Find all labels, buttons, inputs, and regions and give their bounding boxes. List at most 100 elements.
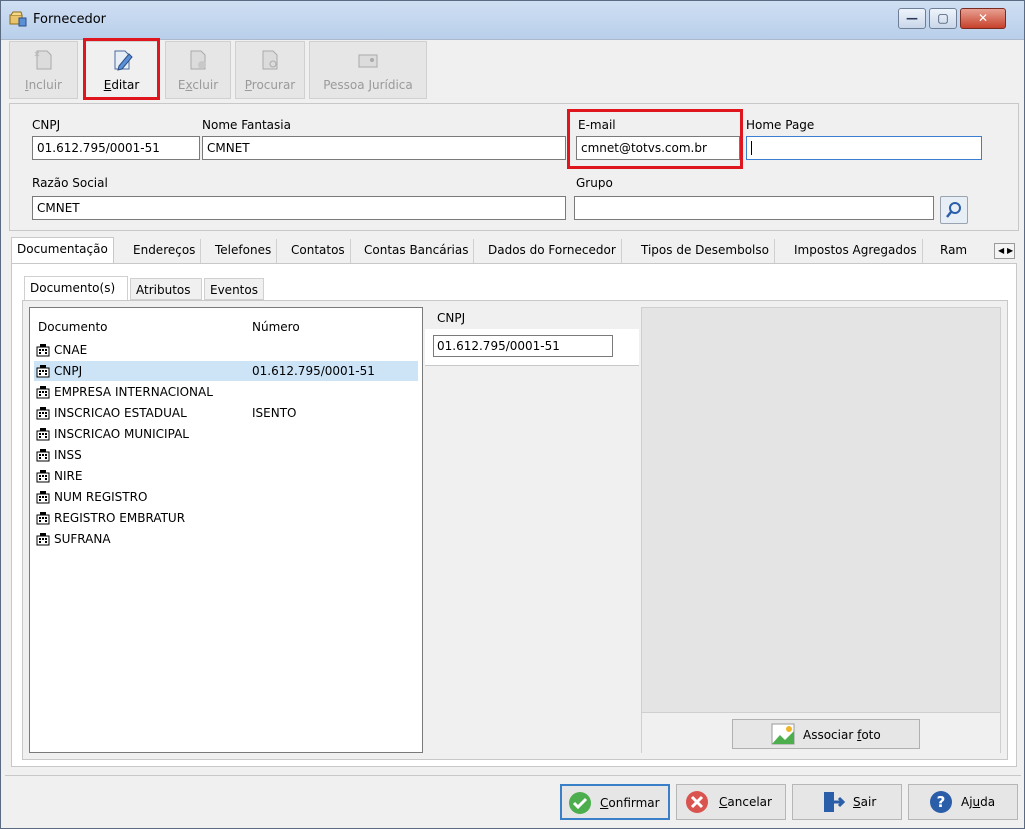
text-caret (751, 141, 752, 155)
grupo-field[interactable] (574, 196, 934, 220)
tab-enderecos[interactable]: Endereços (128, 239, 202, 263)
search-document-icon (262, 50, 278, 70)
documentos-panel: Documento Número CNAE CNPJ 01.612.795/0001… (22, 300, 1008, 760)
building-icon (36, 386, 50, 399)
minimize-button[interactable]: — (898, 8, 926, 29)
footer-bar: Confirmar Cancelar Sair ? Ajuda (5, 775, 1021, 826)
building-icon (36, 449, 50, 462)
fornecedor-window: Fornecedor — ▢ ✕ Incluir Editar Excluir … (0, 0, 1025, 829)
document-number: 01.612.795/0001-51 (252, 364, 375, 378)
tab-contatos[interactable]: Contatos (286, 239, 351, 263)
maximize-button[interactable]: ▢ (929, 8, 957, 29)
confirmar-button[interactable]: Confirmar (560, 784, 670, 820)
sair-button[interactable]: Sair (792, 784, 902, 820)
home-page-field[interactable] (746, 136, 982, 160)
building-icon (36, 491, 50, 504)
document-name: SUFRANA (54, 532, 111, 546)
razao-social-field[interactable]: CMNET (32, 196, 566, 220)
search-icon (946, 202, 961, 218)
ajuda-button[interactable]: ? Ajuda (908, 784, 1018, 820)
document-row[interactable]: INSS (34, 445, 418, 465)
minimize-icon: — (906, 11, 918, 25)
photo-panel: Associar foto (641, 307, 1001, 753)
procurar-button[interactable]: Procurar (235, 41, 305, 99)
document-row[interactable]: EMPRESA INTERNACIONAL (34, 382, 418, 402)
close-icon: ✕ (977, 11, 989, 25)
check-icon (569, 792, 591, 814)
tab-telefones[interactable]: Telefones (210, 239, 278, 263)
building-icon (36, 344, 50, 357)
tab-atributos[interactable]: Atributos (130, 278, 202, 300)
exit-door-icon (824, 792, 845, 812)
document-name: INSS (54, 448, 82, 462)
building-icon (36, 428, 50, 441)
excluir-button[interactable]: Excluir (165, 41, 231, 99)
title-bar: Fornecedor — ▢ ✕ (1, 1, 1024, 40)
editar-highlight-box (83, 38, 160, 100)
document-row[interactable]: NUM REGISTRO (34, 487, 418, 507)
tab-scroll-buttons[interactable]: ◀ ▶ (994, 243, 1015, 259)
document-row[interactable]: CNAE (34, 340, 418, 360)
maximize-icon: ▢ (937, 11, 949, 25)
document-row[interactable]: INSCRICAO MUNICIPAL (34, 424, 418, 444)
document-row[interactable]: REGISTRO EMBRATUR (34, 508, 418, 528)
building-icon (36, 365, 50, 378)
document-name: NUM REGISTRO (54, 490, 148, 504)
document-row[interactable]: CNPJ 01.612.795/0001-51 (34, 361, 418, 381)
cnpj-field[interactable]: 01.612.795/0001-51 (32, 136, 200, 160)
detail-header: CNPJ (425, 307, 639, 330)
tab-tipos-de-desembolso[interactable]: Tipos de Desembolso (636, 239, 775, 263)
tab-eventos[interactable]: Eventos (204, 278, 264, 300)
document-row[interactable]: NIRE (34, 466, 418, 486)
toolbar: Incluir Editar Excluir Procurar Pessoa J… (9, 41, 1019, 99)
col-documento-header[interactable]: Documento (38, 320, 108, 334)
excluir-label: Excluir (177, 78, 219, 92)
main-tabs: Documentação Endereços Telefones Contato… (11, 237, 1017, 263)
building-icon (36, 470, 50, 483)
tab-ram-truncated[interactable]: Ram (935, 239, 993, 263)
document-name: NIRE (54, 469, 83, 483)
photo-actions: Associar foto (642, 712, 1000, 753)
confirmar-label: Confirmar (600, 796, 660, 810)
pessoa-juridica-button[interactable]: Pessoa Jurídica (309, 41, 427, 99)
incluir-label: Incluir (25, 78, 62, 92)
associar-foto-button[interactable]: Associar foto (732, 719, 920, 749)
app-icon (9, 11, 27, 27)
document-name: INSCRICAO MUNICIPAL (54, 427, 189, 441)
document-name: CNAE (54, 343, 88, 357)
scroll-right-icon[interactable]: ▶ (1007, 244, 1013, 258)
close-button[interactable]: ✕ (960, 8, 1006, 29)
ajuda-label: Ajuda (961, 795, 996, 809)
new-document-icon (34, 50, 51, 70)
scroll-left-icon[interactable]: ◀ (998, 244, 1004, 258)
sair-label: Sair (853, 795, 877, 809)
document-list[interactable]: Documento Número CNAE CNPJ 01.612.795/0001… (29, 307, 423, 753)
tab-documentos[interactable]: Documento(s) (24, 276, 128, 300)
delete-document-icon (190, 50, 206, 70)
razao-social-label: Razão Social (32, 176, 108, 190)
cnpj-label: CNPJ (32, 118, 61, 132)
procurar-label: Procurar (244, 78, 296, 92)
tab-dados-do-fornecedor[interactable]: Dados do Fornecedor (483, 239, 622, 263)
building-icon (36, 512, 50, 525)
cancelar-label: Cancelar (719, 795, 772, 809)
incluir-button[interactable]: Incluir (9, 41, 78, 99)
building-icon (36, 533, 50, 546)
document-row[interactable]: INSCRICAO ESTADUAL ISENTO (34, 403, 418, 423)
document-number: ISENTO (252, 406, 297, 420)
col-numero-header[interactable]: Número (252, 320, 300, 334)
tab-contas-bancarias[interactable]: Contas Bancárias (359, 239, 475, 263)
tab-impostos-agregados[interactable]: Impostos Agregados (789, 239, 923, 263)
cancelar-button[interactable]: Cancelar (676, 784, 786, 820)
supplier-form-panel: CNPJ 01.612.795/0001-51 Nome Fantasia CM… (9, 103, 1019, 231)
document-row[interactable]: SUFRANA (34, 529, 418, 549)
tab-documentacao[interactable]: Documentação (11, 237, 114, 263)
documentacao-panel: Documento(s) Atributos Eventos Documento… (11, 263, 1017, 767)
image-icon (771, 723, 795, 745)
building-icon (36, 407, 50, 420)
nome-fantasia-field[interactable]: CMNET (202, 136, 566, 160)
detail-value-field[interactable]: 01.612.795/0001-51 (433, 335, 613, 357)
document-name: REGISTRO EMBRATUR (54, 511, 186, 525)
nome-fantasia-label: Nome Fantasia (202, 118, 291, 132)
grupo-search-button[interactable] (940, 196, 968, 224)
